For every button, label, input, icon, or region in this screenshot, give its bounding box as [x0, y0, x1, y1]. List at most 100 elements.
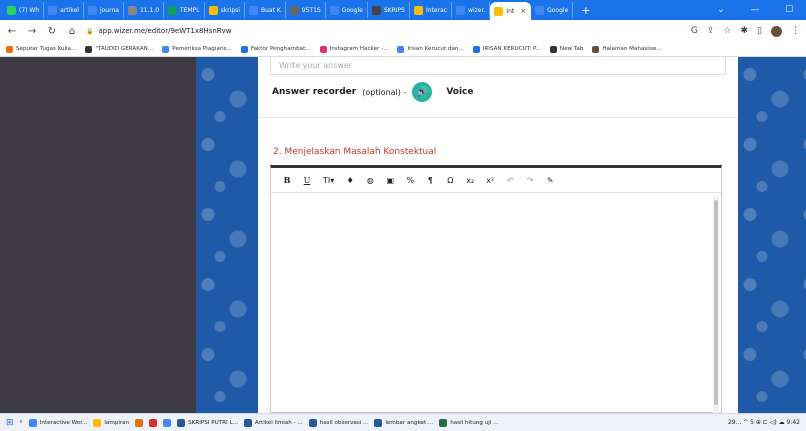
toolbar-button[interactable]: TI▾: [323, 176, 334, 185]
home-icon[interactable]: ⌂: [66, 26, 78, 37]
browser-tab[interactable]: Google: [531, 2, 574, 18]
reload-icon[interactable]: ↻: [46, 26, 58, 37]
browser-tab[interactable]: skripsi: [205, 2, 245, 18]
taskbar-app[interactable]: Interactive Wor...: [28, 418, 88, 427]
taskbar-app[interactable]: lembar angket ...: [374, 418, 434, 427]
bookmark-item[interactable]: New Tab: [549, 45, 584, 53]
windows-start-icon[interactable]: ⊞: [6, 418, 14, 428]
share-icon[interactable]: ⇪: [707, 26, 715, 36]
taskbar: ⊞ ⌕ Interactive Wor... lampiran SKRIPSI PU…: [0, 413, 806, 431]
browser-tab[interactable]: Buat K: [245, 2, 286, 18]
taskbar-app-icon: [308, 418, 317, 427]
taskbar-app[interactable]: [149, 418, 158, 427]
browser-tab[interactable]: artikel: [44, 2, 84, 18]
back-arrow-icon[interactable]: ←: [6, 26, 18, 37]
search-icon[interactable]: ⌕: [20, 419, 23, 426]
extensions-icon[interactable]: ✱: [741, 26, 749, 36]
taskbar-app[interactable]: hasil observasi ...: [308, 418, 368, 427]
tab-label: SKRIPS: [383, 6, 405, 14]
sidebar-icon[interactable]: ▯: [757, 26, 762, 36]
tab-strip: (7) Wh artikel journa 11.1.0 TEMPL skripsi Bua…: [0, 0, 806, 20]
taskbar-app[interactable]: hasil hitung uji ...: [439, 418, 499, 427]
editor-textarea[interactable]: [271, 196, 712, 413]
bookmark-item[interactable]: "TAUDID GERAKAN...: [85, 45, 153, 53]
bookmark-label: New Tab: [559, 46, 584, 52]
bookmark-label: IRISAN KERUCUT: P...: [482, 46, 541, 52]
taskbar-app[interactable]: [135, 418, 144, 427]
browser-tab[interactable]: 95T1S: [286, 2, 326, 18]
left-dark-panel: [0, 57, 196, 413]
toolbar-button[interactable]: B: [283, 175, 291, 185]
bookmark-label: Pemeriksa Plagiaris...: [172, 46, 232, 52]
taskbar-app[interactable]: [163, 418, 172, 427]
tab-favicon-icon: [371, 5, 381, 15]
answer-input[interactable]: Write your answer: [270, 57, 726, 75]
bookmark-label: Faktor Penghambat...: [250, 46, 311, 52]
toolbar-button[interactable]: ¶: [426, 176, 434, 185]
bookmark-item[interactable]: Seputar Tugas Kulia...: [6, 45, 76, 53]
bookmark-item[interactable]: Faktor Penghambat...: [240, 45, 311, 53]
taskbar-app[interactable]: SKRIPSI PUTRI L...: [177, 418, 238, 427]
bookmark-favicon-icon: [162, 45, 170, 53]
right-pattern-background: [738, 57, 806, 413]
editor-scrollbar[interactable]: [713, 196, 719, 413]
bookmark-item[interactable]: Halaman Mahasisw...: [592, 45, 662, 53]
toolbar-button[interactable]: ✎: [546, 176, 554, 185]
bookmark-item[interactable]: IRISAN KERUCUT: P...: [472, 45, 541, 53]
url-field[interactable]: 🔒 app.wizer.me/editor/9eWT1x8HsnRvw: [86, 23, 683, 39]
toolbar-button[interactable]: ↷: [526, 176, 534, 185]
profile-avatar[interactable]: [771, 25, 782, 37]
tab-label: Google: [547, 6, 569, 14]
taskbar-app[interactable]: lampiran: [93, 418, 129, 427]
scrollbar-thumb[interactable]: [714, 200, 718, 405]
toolbar-button[interactable]: ▣: [386, 176, 394, 185]
tab-label: 11.1.0: [139, 6, 160, 14]
tab-search-chevron-icon[interactable]: ⌄: [704, 5, 738, 15]
close-tab-icon[interactable]: ×: [520, 7, 526, 15]
new-tab-button[interactable]: +: [573, 4, 598, 17]
browser-tab[interactable]: Int ×: [490, 2, 532, 20]
toolbar-button[interactable]: ♦: [346, 176, 354, 185]
left-pattern-background: [196, 57, 258, 413]
bookmark-favicon-icon: [319, 45, 327, 53]
menu-icon[interactable]: ⋮: [791, 26, 800, 36]
browser-tab[interactable]: SKRIPS: [368, 2, 410, 18]
tab-label: Int: [506, 7, 515, 15]
bookmark-label: Halaman Mahasisw...: [602, 46, 662, 52]
forward-arrow-icon[interactable]: →: [26, 26, 38, 37]
bookmark-item[interactable]: Irisan Kerucut dan...: [397, 45, 464, 53]
toolbar-button[interactable]: %: [406, 176, 414, 185]
toolbar-button[interactable]: ◍: [366, 176, 374, 185]
taskbar-app-label: Interactive Wor...: [39, 419, 88, 426]
toolbar-button[interactable]: Ω: [446, 176, 454, 185]
bookmark-favicon-icon: [397, 45, 405, 53]
bookmark-item[interactable]: Instagram Hacker -...: [319, 45, 388, 53]
toolbar-button[interactable]: x²: [486, 176, 494, 185]
tab-favicon-icon: [494, 6, 504, 16]
speaker-icon[interactable]: 🔊: [412, 82, 433, 102]
maximize-button[interactable]: ☐: [772, 5, 806, 15]
bookmark-item[interactable]: Pemeriksa Plagiaris...: [162, 45, 232, 53]
browser-tab[interactable]: Google: [326, 2, 368, 18]
browser-tab[interactable]: (7) Wh: [3, 2, 45, 18]
toolbar-button[interactable]: U: [303, 176, 311, 185]
toolbar-button[interactable]: ↶: [506, 176, 514, 185]
answer-placeholder: Write your answer: [279, 61, 353, 70]
browser-tab[interactable]: Interac: [410, 2, 453, 18]
system-tray[interactable]: 29... ^ 5 ⊕ ⊏ ◁) ☁ 9:42: [728, 419, 806, 426]
bookmark-label: Irisan Kerucut dan...: [407, 46, 464, 52]
bookmark-favicon-icon: [472, 45, 480, 53]
google-icon[interactable]: G: [691, 26, 698, 36]
toolbar-button[interactable]: x₂: [466, 176, 474, 185]
browser-tab[interactable]: journa: [84, 2, 124, 18]
star-icon[interactable]: ☆: [723, 26, 731, 36]
taskbar-app-icon: [93, 418, 102, 427]
browser-tab[interactable]: wizer.: [452, 2, 491, 18]
address-bar: ← → ↻ ⌂ 🔒 app.wizer.me/editor/9eWT1x8Hsn…: [0, 20, 806, 42]
browser-tab[interactable]: 11.1.0: [124, 2, 165, 18]
taskbar-app-label: lembar angket ...: [385, 419, 434, 426]
tab-label: artikel: [60, 6, 79, 14]
browser-tab[interactable]: TEMPL: [164, 2, 205, 18]
taskbar-app[interactable]: Artikel Ilmiah - ...: [243, 418, 303, 427]
minimize-button[interactable]: —: [738, 5, 772, 15]
